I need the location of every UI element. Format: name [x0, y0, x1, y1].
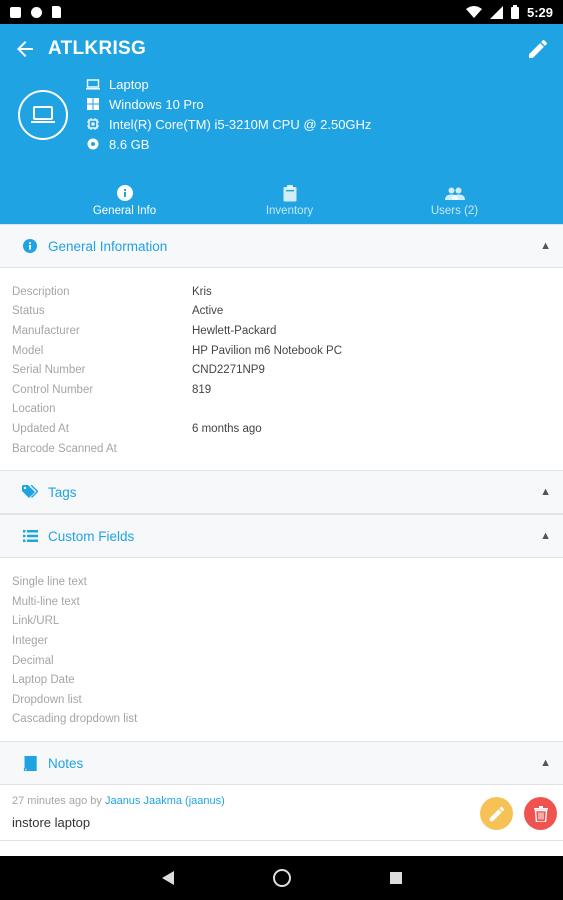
pencil-icon — [529, 40, 547, 58]
chevron-up-icon: ▲ — [540, 240, 551, 252]
notes-title: Notes — [48, 755, 84, 771]
info-row-barcode-scanned-at: Barcode Scanned At — [12, 442, 117, 455]
tab-bar: General Info Inventory Users (2) — [0, 176, 563, 224]
battery-icon — [510, 5, 519, 19]
notes-header[interactable]: Notes ▲ — [0, 741, 563, 786]
users-icon — [444, 187, 465, 200]
spec-cpu-value: Intel(R) Core(TM) i5-3210M CPU @ 2.50GHz — [109, 116, 372, 132]
note-text: instore laptop — [12, 815, 91, 831]
clipboard-icon — [283, 184, 296, 201]
spec-os-value: Windows 10 Pro — [109, 96, 204, 112]
info-row-serial-number: Serial Number CND2271NP9 — [12, 364, 265, 377]
general-info-list: Description Kris Status Active Manufacture… — [0, 268, 563, 470]
tag-icon — [22, 485, 38, 499]
notification-square-icon — [10, 6, 21, 18]
custom-field-row: Single line text — [12, 576, 87, 589]
info-row-updated-at: Updated At 6 months ago — [12, 422, 262, 435]
note-time: 27 minutes ago by — [12, 795, 105, 808]
tab-general-info-label: General Info — [92, 205, 157, 217]
spec-ram-value: 8.6 GB — [109, 136, 150, 152]
custom-field-row: Laptop Date — [12, 674, 75, 687]
custom-fields-header[interactable]: Custom Fields ▲ — [0, 514, 563, 559]
spec-os: Windows 10 Pro — [86, 94, 371, 114]
signal-icon — [489, 5, 503, 19]
recents-square-icon[interactable] — [389, 871, 403, 885]
tab-inventory[interactable]: Inventory — [207, 176, 372, 224]
wifi-icon — [465, 6, 482, 18]
back-button[interactable] — [12, 36, 38, 62]
back-triangle-icon[interactable] — [161, 870, 175, 886]
toolbar: ATLKRISG — [0, 24, 563, 74]
edit-button[interactable] — [525, 36, 551, 62]
tab-inventory-label: Inventory — [265, 205, 314, 217]
info-row-location: Location — [12, 403, 56, 416]
spec-type: Laptop — [86, 74, 371, 94]
book-icon — [23, 755, 37, 771]
chevron-up-icon: ▲ — [540, 486, 551, 499]
status-bar: 5:29 — [0, 0, 563, 24]
custom-fields-title: Custom Fields — [48, 528, 135, 544]
tab-users[interactable]: Users (2) — [372, 176, 537, 224]
device-avatar — [18, 90, 68, 140]
info-row-status: Status Active — [12, 305, 224, 318]
tab-general-info[interactable]: General Info — [42, 176, 207, 224]
list-icon — [22, 530, 38, 543]
custom-field-row: Dropdown list — [12, 693, 82, 706]
tags-title: Tags — [48, 484, 77, 500]
delete-note-button[interactable] — [524, 797, 557, 831]
device-summary: Laptop Windows 10 Pro Intel(R) Core(TM) … — [0, 74, 563, 154]
page-title: ATLKRISG — [48, 38, 147, 59]
spec-type-value: Laptop — [109, 76, 149, 92]
custom-field-row: Multi-line text — [12, 595, 80, 608]
general-info-title: General Information — [48, 238, 168, 254]
chevron-up-icon: ▲ — [540, 530, 551, 543]
chip-icon — [87, 118, 99, 130]
general-info-header[interactable]: General Information ▲ — [0, 224, 563, 268]
pencil-icon — [489, 806, 504, 821]
custom-field-row: Cascading dropdown list — [12, 713, 138, 726]
windows-icon — [87, 98, 99, 110]
custom-field-row: Link/URL — [12, 615, 60, 628]
spec-cpu: Intel(R) Core(TM) i5-3210M CPU @ 2.50GHz — [86, 114, 371, 134]
memory-icon — [87, 138, 99, 150]
custom-field-row: Integer — [12, 634, 48, 647]
laptop-icon — [31, 106, 55, 123]
note-item: 27 minutes ago by Jaanus Jaakma (jaanus)… — [0, 785, 563, 842]
info-row-description: Description Kris — [12, 285, 212, 298]
sd-card-icon — [52, 6, 61, 18]
device-header: ATLKRISG Laptop Windows 10 Pro Intel(R) … — [0, 24, 563, 224]
arrow-left-icon — [17, 41, 33, 57]
spec-ram: 8.6 GB — [86, 134, 371, 154]
system-nav-bar — [0, 856, 563, 900]
home-circle-icon[interactable] — [272, 869, 291, 887]
chevron-up-icon: ▲ — [540, 757, 551, 770]
device-specs: Laptop Windows 10 Pro Intel(R) Core(TM) … — [86, 74, 371, 154]
custom-fields-list: Single line text Multi-line text Link/UR… — [0, 558, 563, 741]
info-row-manufacturer: Manufacturer Hewlett-Packard — [12, 324, 277, 337]
edit-note-button[interactable] — [480, 797, 513, 831]
note-meta: 27 minutes ago by Jaanus Jaakma (jaanus) — [12, 795, 551, 807]
info-circle-icon — [23, 239, 37, 253]
info-row-model: Model HP Pavilion m6 Notebook PC — [12, 344, 342, 357]
info-row-control-number: Control Number 819 — [12, 383, 212, 396]
clock: 5:29 — [526, 4, 553, 20]
note-author-link[interactable]: Jaanus Jaakma (jaanus) — [105, 795, 225, 807]
trash-icon — [533, 805, 548, 822]
laptop-small-icon — [86, 78, 100, 89]
custom-field-row: Decimal — [12, 654, 54, 667]
notification-circle-icon — [31, 6, 42, 18]
content-scroll[interactable]: General Information ▲ Description Kris St… — [0, 224, 563, 856]
tags-header[interactable]: Tags ▲ — [0, 470, 563, 515]
tab-users-label: Users (2) — [430, 205, 479, 217]
info-icon — [116, 185, 133, 201]
